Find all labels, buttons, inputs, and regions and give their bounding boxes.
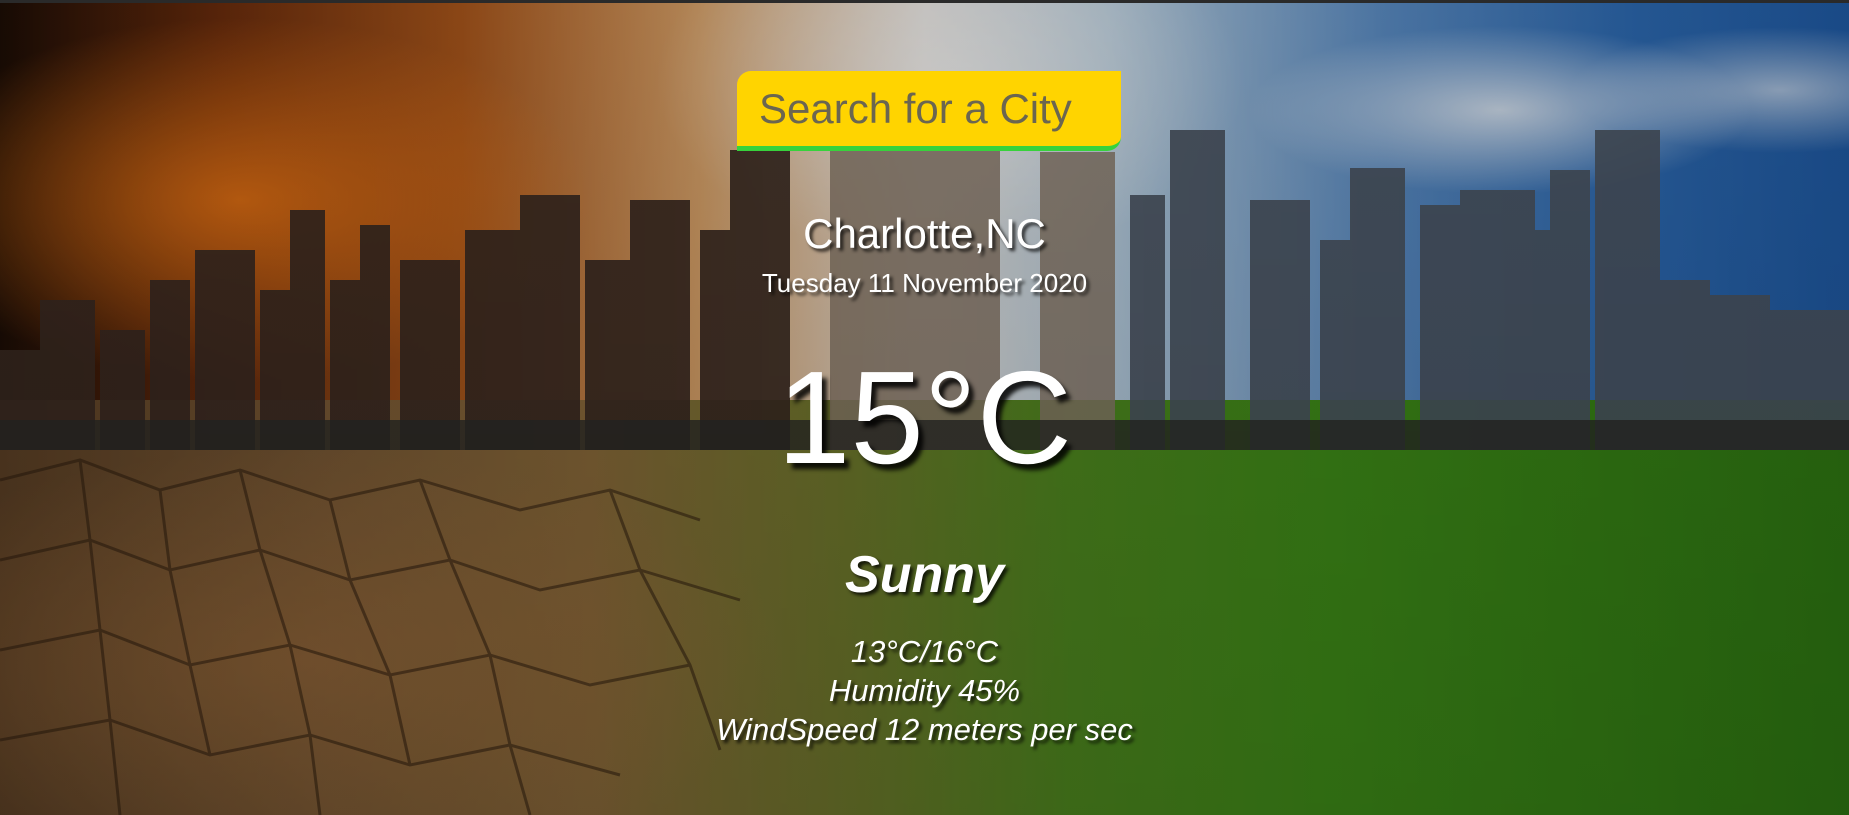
current-date: Tuesday 11 November 2020 — [761, 268, 1088, 298]
weather-content: Charlotte,NC Tuesday 11 November 2020 15… — [0, 0, 1849, 815]
humidity-readout: Humidity 45% — [828, 673, 1021, 708]
weather-condition: Sunny — [845, 546, 1004, 604]
current-temperature: 15°C — [777, 344, 1072, 491]
temperature-range: 13°C/16°C — [850, 634, 999, 669]
weather-app: Charlotte,NC Tuesday 11 November 2020 15… — [0, 0, 1849, 815]
wind-speed-readout: WindSpeed 12 meters per sec — [716, 712, 1133, 747]
city-search-input[interactable] — [737, 71, 1121, 151]
city-name: Charlotte,NC — [803, 210, 1046, 257]
